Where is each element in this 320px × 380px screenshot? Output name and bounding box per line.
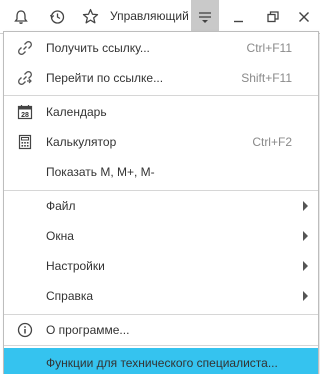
title-toolbar: Управляющий [0, 0, 320, 34]
menu-item-label: Получить ссылку... [46, 41, 150, 55]
menu-item-label: Настройки [46, 259, 105, 273]
calendar-icon-day: 28 [21, 112, 29, 119]
menu-item-file[interactable]: Файл [4, 191, 318, 221]
menu-item-calculator[interactable]: Калькулятор Ctrl+F2 [4, 127, 318, 157]
menu-item-shortcut: Ctrl+F2 [252, 135, 292, 149]
menu-item-label: Справка [46, 289, 94, 303]
menu-icon[interactable] [191, 0, 219, 33]
menu-item-label: Калькулятор [46, 135, 117, 149]
submenu-arrow-icon [303, 201, 308, 211]
menu-item-get-link[interactable]: Получить ссылку... Ctrl+F11 [4, 33, 318, 63]
bell-icon[interactable] [8, 0, 34, 33]
menu-item-calendar[interactable]: 28 Календарь [4, 97, 318, 127]
menu-item-follow-link[interactable]: Перейти по ссылке... Shift+F11 [4, 63, 318, 93]
menu-item-show-memory[interactable]: Показать М, М+, М- [4, 157, 318, 187]
calendar-icon: 28 [17, 104, 33, 120]
menu-item-about[interactable]: О программе... [4, 315, 318, 345]
menu-separator [4, 95, 318, 96]
submenu-arrow-icon [303, 291, 308, 301]
menu-item-help[interactable]: Справка [4, 281, 318, 311]
menu-separator [4, 345, 318, 346]
submenu-arrow-icon [303, 231, 308, 241]
menu-item-label: Показать М, М+, М- [46, 165, 155, 179]
submenu-arrow-icon [303, 261, 308, 271]
background-strip [0, 374, 320, 380]
menu-item-label: Окна [46, 229, 74, 243]
menu-item-label: Перейти по ссылке... [46, 71, 164, 85]
follow-link-icon [17, 70, 33, 86]
star-icon[interactable] [77, 0, 103, 33]
user-name[interactable]: Управляющий [110, 0, 189, 33]
history-icon[interactable] [44, 0, 70, 33]
menu-item-windows[interactable]: Окна [4, 221, 318, 251]
calculator-icon [17, 134, 33, 150]
main-menu-dropdown: Получить ссылку... Ctrl+F11 Перейти по с… [3, 31, 319, 380]
link-icon [17, 40, 33, 56]
menu-item-label: О программе... [46, 323, 130, 337]
menu-item-shortcut: Shift+F11 [241, 71, 292, 85]
menu-item-shortcut: Ctrl+F11 [246, 41, 292, 55]
restore-icon[interactable] [262, 0, 284, 33]
menu-item-label: Файл [46, 199, 76, 213]
info-icon [17, 322, 33, 338]
close-icon[interactable] [293, 0, 315, 33]
menu-item-label: Календарь [46, 105, 107, 119]
menu-item-settings[interactable]: Настройки [4, 251, 318, 281]
minimize-icon[interactable] [228, 0, 250, 33]
